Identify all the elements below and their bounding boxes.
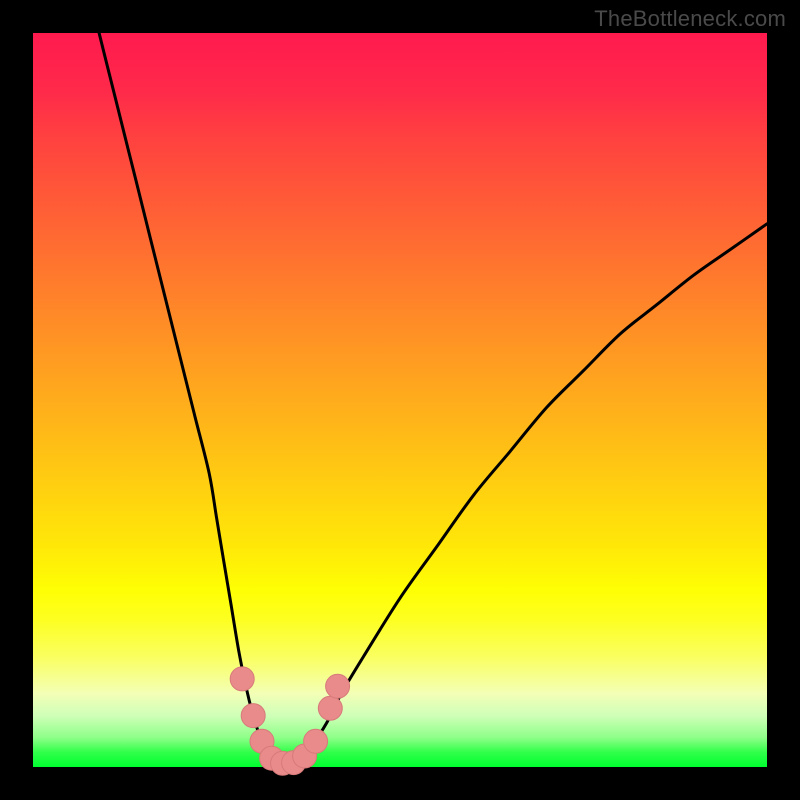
watermark-text: TheBottleneck.com xyxy=(594,6,786,32)
chart-frame: TheBottleneck.com xyxy=(0,0,800,800)
chart-overlay xyxy=(33,33,767,767)
curve-marker xyxy=(230,667,254,691)
curve-marker xyxy=(326,674,350,698)
curve-marker xyxy=(304,729,328,753)
curve-marker xyxy=(241,704,265,728)
curve-markers xyxy=(230,667,349,775)
curve-marker xyxy=(318,696,342,720)
bottleneck-curve xyxy=(99,33,767,764)
